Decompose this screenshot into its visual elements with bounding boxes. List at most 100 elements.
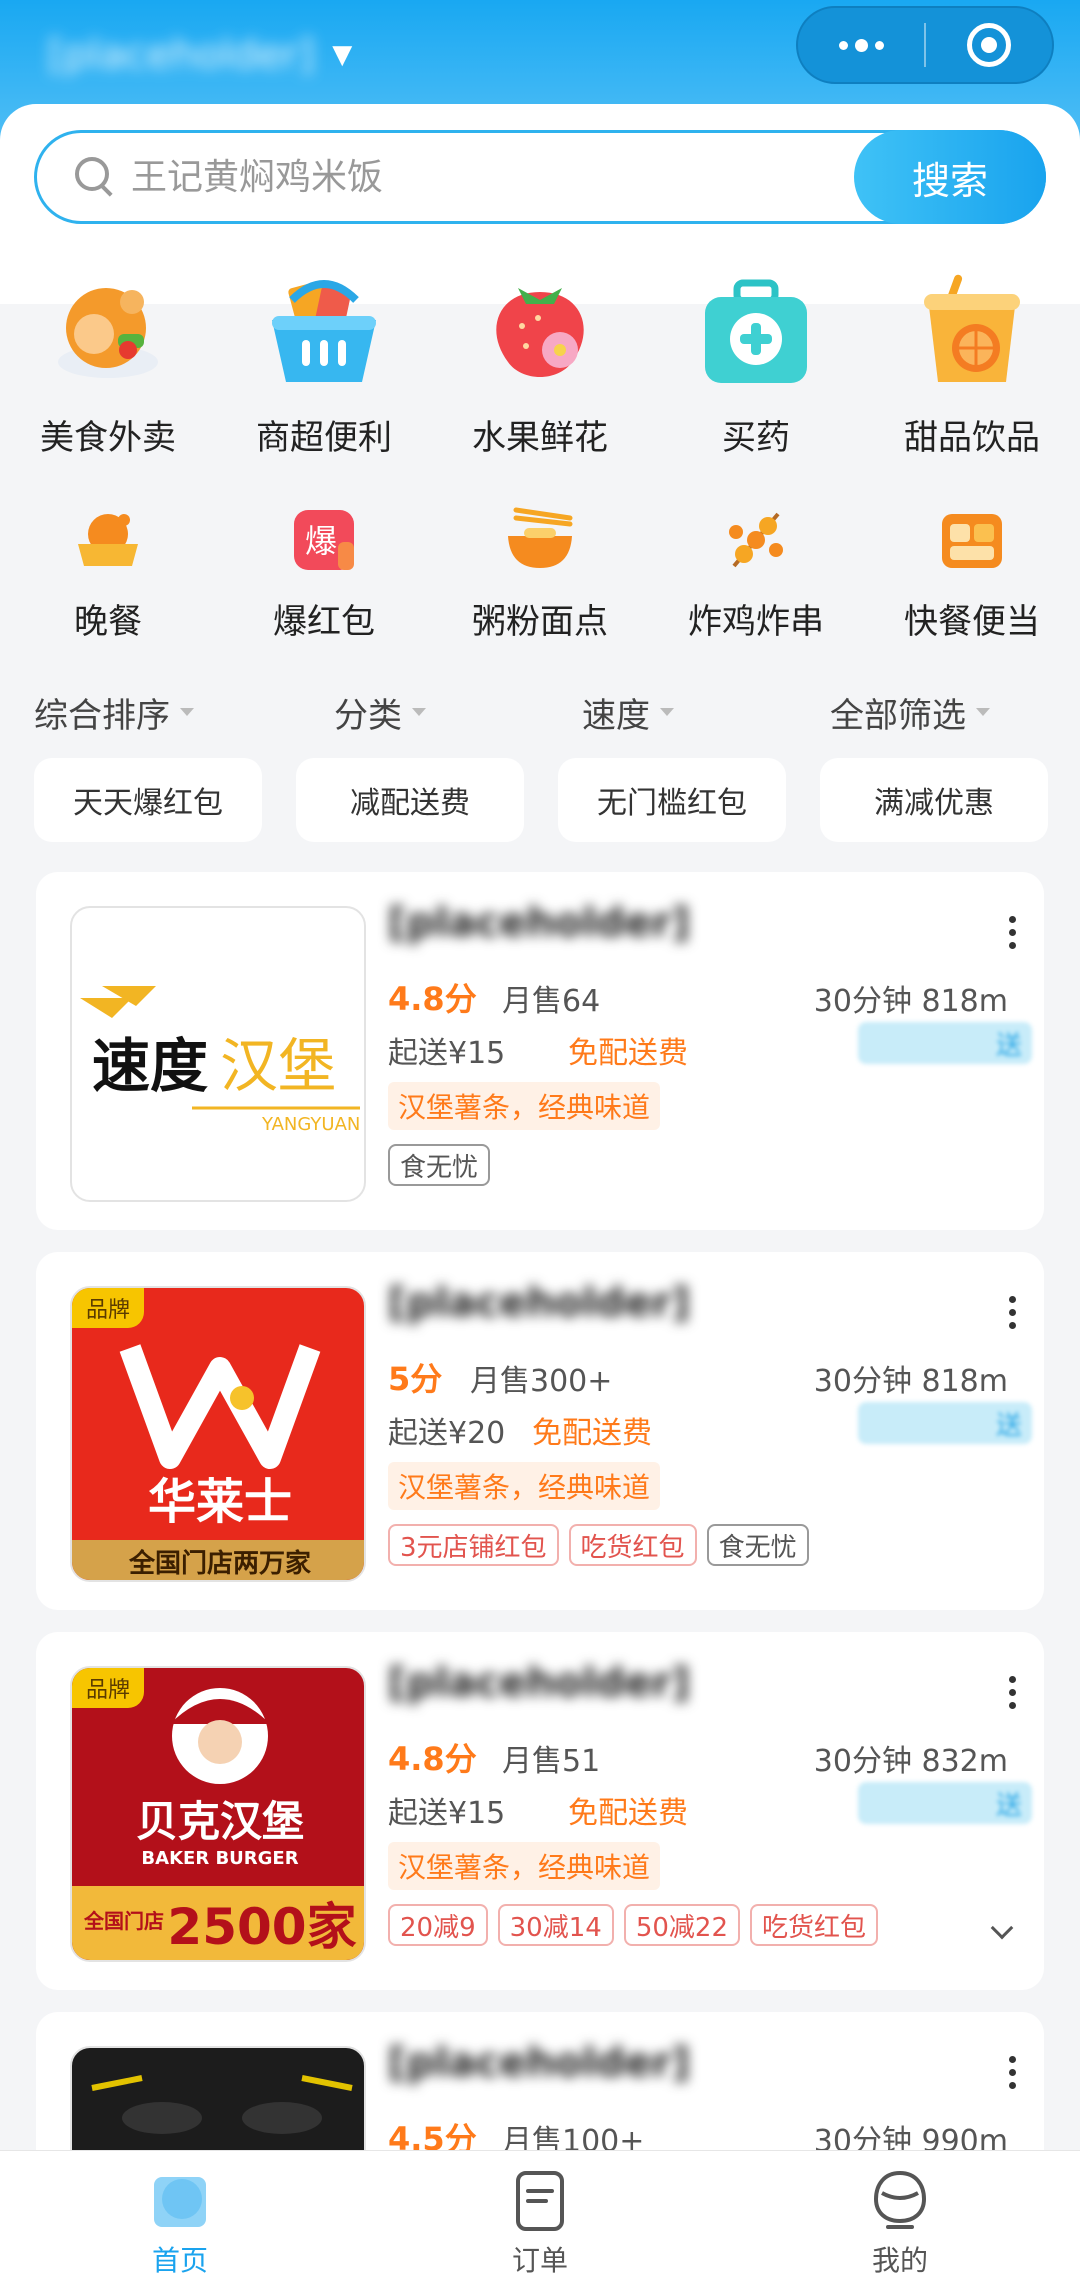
- delivery-eta: 30分钟 818m: [813, 984, 1008, 1019]
- delivery-type-badge: 送: [858, 1782, 1032, 1824]
- shopping-basket-icon: [254, 262, 394, 402]
- svg-text:2500家: 2500家: [167, 1898, 356, 1956]
- store-card[interactable]: 品牌 贝克汉堡 BAKER BURGER 全国门店 2500家 [placeho…: [36, 1632, 1044, 1990]
- store-slogan: 汉堡薯条，经典味道: [388, 1462, 661, 1510]
- category-label: 粥粉面点: [472, 602, 608, 642]
- store-card[interactable]: 速度 汉堡 YANGYUAN [placeholder] 4.8分 月售64 3…: [36, 872, 1044, 1230]
- brand-tag: 品牌: [72, 1288, 145, 1328]
- caret-down-icon: ▼: [332, 40, 353, 70]
- tab-label: 首页: [151, 2244, 208, 2277]
- sort-all-filters[interactable]: 全部筛选: [830, 688, 990, 737]
- sort-label: 速度: [582, 695, 650, 736]
- search-button[interactable]: 搜索: [854, 130, 1046, 224]
- promo-badge: 30减14: [497, 1904, 614, 1946]
- chip-no-threshold-packet[interactable]: 无门槛红包: [558, 758, 786, 842]
- primary-categories: 美食外卖 商超便利 水果鲜花 买药 甜品饮品: [0, 262, 1080, 459]
- svg-text:贝克汉堡: 贝克汉堡: [136, 1797, 304, 1846]
- delivery-type-badge: 送: [858, 1022, 1032, 1064]
- more-vertical-icon[interactable]: [1009, 1676, 1016, 1709]
- noodle-bowl-icon: [500, 500, 580, 580]
- category-label: 美食外卖: [40, 418, 176, 458]
- svg-text:YANGYUAN: YANGYUAN: [261, 1114, 360, 1135]
- promo-badge: 50减22: [623, 1904, 740, 1946]
- tab-home[interactable]: 首页: [0, 2151, 360, 2293]
- category-fast-food[interactable]: 快餐便当: [864, 500, 1080, 643]
- store-score: 5分: [388, 1360, 443, 1398]
- delivery-fee: 免配送费: [568, 1036, 688, 1071]
- category-label: 水果鲜花: [472, 418, 608, 458]
- medicine-box-icon: [686, 262, 826, 402]
- category-dinner[interactable]: 晚餐: [0, 500, 216, 643]
- more-vertical-icon[interactable]: [1009, 2056, 1016, 2089]
- sort-speed[interactable]: 速度: [582, 688, 674, 737]
- miniprogram-capsule: [796, 6, 1054, 84]
- home-icon: [148, 2169, 212, 2233]
- search-bar: 搜索: [34, 130, 1046, 224]
- minimum-order: 起送¥15: [388, 1796, 506, 1831]
- location-text: [placeholder]: [48, 32, 315, 78]
- category-label: 爆红包: [273, 602, 375, 642]
- svg-text:全国门店: 全国门店: [83, 1909, 164, 1933]
- store-name: [placeholder]: [388, 2040, 690, 2086]
- store-logo: 品牌 华莱士 全国门店两万家: [70, 1286, 366, 1582]
- category-fruit-flowers[interactable]: 水果鲜花: [432, 262, 648, 459]
- order-icon: [508, 2169, 572, 2233]
- category-label: 炸鸡炸串: [688, 602, 824, 642]
- chip-full-reduction[interactable]: 满减优惠: [820, 758, 1048, 842]
- store-score: 4.8分: [388, 1740, 477, 1778]
- category-label: 晚餐: [74, 602, 142, 642]
- search-icon: [75, 157, 115, 197]
- category-label: 快餐便当: [904, 602, 1040, 642]
- store-card[interactable]: 品牌 华莱士 全国门店两万家 [placeholder] 5分 月售300+ 3…: [36, 1252, 1044, 1610]
- bento-icon: [932, 500, 1012, 580]
- tab-label: 我的: [871, 2244, 928, 2277]
- category-medicine[interactable]: 买药: [648, 262, 864, 459]
- delivery-eta: 30分钟 818m: [813, 1364, 1008, 1399]
- more-dots-icon[interactable]: [798, 8, 924, 82]
- triangle-down-icon: [976, 708, 990, 716]
- chevron-down-icon[interactable]: [990, 1916, 1014, 1940]
- store-score: 4.8分: [388, 980, 477, 1018]
- category-label: 买药: [722, 418, 790, 458]
- promo-badges: 20减9 30减14 50减22 吃货红包: [388, 1904, 878, 1946]
- sort-label: 全部筛选: [830, 695, 966, 736]
- triangle-down-icon: [180, 708, 194, 716]
- category-red-packet[interactable]: 爆 爆红包: [216, 500, 432, 643]
- chip-reduced-delivery[interactable]: 减配送费: [296, 758, 524, 842]
- tab-orders[interactable]: 订单: [360, 2151, 720, 2293]
- more-vertical-icon[interactable]: [1009, 1296, 1016, 1329]
- category-food-delivery[interactable]: 美食外卖: [0, 262, 216, 459]
- promo-badge: 吃货红包: [749, 1904, 878, 1946]
- delivery-fee: 免配送费: [568, 1796, 688, 1831]
- chip-daily-red-packet[interactable]: 天天爆红包: [34, 758, 262, 842]
- store-slogan: 汉堡薯条，经典味道: [388, 1082, 661, 1130]
- store-slogan: 汉堡薯条，经典味道: [388, 1842, 661, 1890]
- category-dessert-drinks[interactable]: 甜品饮品: [864, 262, 1080, 459]
- sort-comprehensive[interactable]: 综合排序: [34, 688, 194, 737]
- category-noodles[interactable]: 粥粉面点: [432, 500, 648, 643]
- svg-text:速度: 速度: [92, 1032, 208, 1100]
- food-plate-icon: [38, 262, 178, 402]
- svg-text:华莱士: 华莱士: [148, 1474, 292, 1530]
- sort-label: 分类: [334, 695, 402, 736]
- strawberry-icon: [470, 262, 610, 402]
- monthly-sales: 月售64: [502, 984, 601, 1019]
- sort-category[interactable]: 分类: [334, 688, 426, 737]
- category-fried-chicken[interactable]: 炸鸡炸串: [648, 500, 864, 643]
- secondary-categories: 晚餐 爆 爆红包 粥粉面点 炸鸡炸串 快餐便当: [0, 500, 1080, 643]
- tab-label: 订单: [511, 2244, 568, 2277]
- skewer-icon: [716, 500, 796, 580]
- svg-text:全国门店两万家: 全国门店两万家: [128, 1548, 311, 1579]
- category-supermarket[interactable]: 商超便利: [216, 262, 432, 459]
- svg-text:BAKER BURGER: BAKER BURGER: [141, 1848, 298, 1869]
- target-icon[interactable]: [926, 8, 1052, 82]
- triangle-down-icon: [412, 708, 426, 716]
- brand-tag: 品牌: [72, 1668, 145, 1708]
- location-selector[interactable]: [placeholder] ▼: [48, 20, 688, 90]
- monthly-sales: 月售51: [502, 1744, 601, 1779]
- category-label: 商超便利: [256, 418, 392, 458]
- drink-cup-icon: [902, 262, 1042, 402]
- tab-profile[interactable]: 我的: [720, 2151, 1080, 2293]
- more-vertical-icon[interactable]: [1009, 916, 1016, 949]
- minimum-order: 起送¥20: [388, 1416, 506, 1451]
